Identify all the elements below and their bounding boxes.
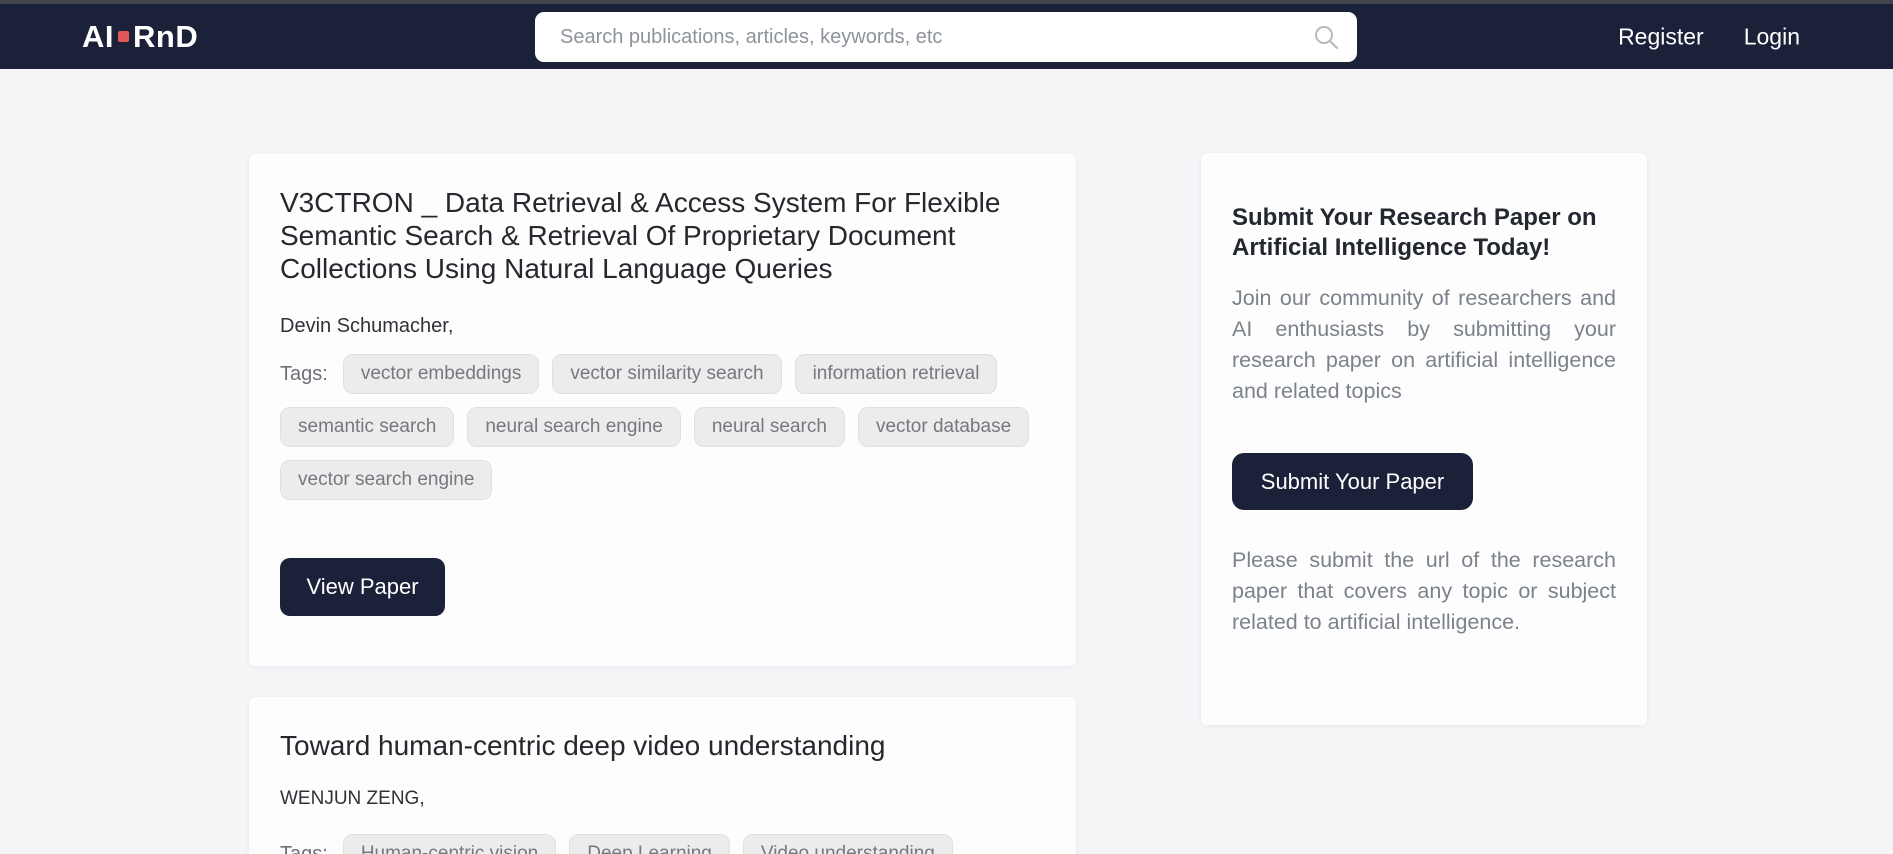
- tag-pill[interactable]: Human-centric vision: [342, 834, 557, 854]
- tag-pill[interactable]: vector embeddings: [342, 354, 540, 394]
- tag-pill[interactable]: vector search engine: [280, 460, 493, 500]
- paper-tags: Tags: Human-centric vision Deep Learning V…: [280, 834, 1045, 854]
- submit-paper-panel: Submit Your Research Paper on Artificial…: [1201, 153, 1647, 725]
- logo-red-square-icon: [118, 30, 129, 42]
- navbar: AI RnD Register Login: [0, 4, 1893, 69]
- tag-pill[interactable]: semantic search: [280, 407, 455, 447]
- tag-pill[interactable]: Deep Learning: [569, 834, 730, 854]
- app-logo[interactable]: AI RnD: [82, 19, 198, 55]
- paper-title: V3CTRON _ Data Retrieval & Access System…: [280, 187, 1001, 284]
- tag-pill[interactable]: vector similarity search: [552, 354, 782, 394]
- paper-author: WENJUN ZENG,: [280, 788, 425, 809]
- register-link[interactable]: Register: [1618, 23, 1704, 50]
- logo-text-rnd: RnD: [133, 18, 199, 54]
- tag-pill[interactable]: information retrieval: [794, 354, 998, 394]
- tag-pill[interactable]: vector database: [857, 407, 1030, 447]
- submit-your-paper-button[interactable]: Submit Your Paper: [1232, 453, 1473, 510]
- login-link[interactable]: Login: [1744, 23, 1800, 50]
- paper-author: Devin Schumacher,: [280, 315, 454, 337]
- tag-pill[interactable]: Video understanding: [742, 834, 953, 854]
- logo-text-ai: AI: [82, 18, 114, 54]
- paper-tags: Tags: vector embeddings vector similarity…: [280, 354, 1045, 500]
- search-bar: [535, 12, 1357, 62]
- tags-label: Tags:: [280, 842, 328, 854]
- search-input[interactable]: [535, 12, 1357, 62]
- submit-panel-heading: Submit Your Research Paper on Artificial…: [1232, 204, 1597, 261]
- tag-pill[interactable]: neural search: [693, 407, 845, 447]
- paper-card: Toward human-centric deep video understa…: [249, 697, 1076, 854]
- view-paper-button[interactable]: View Paper: [280, 558, 445, 616]
- tag-pill[interactable]: neural search engine: [467, 407, 681, 447]
- nav-links: Register Login: [1618, 23, 1800, 50]
- submit-panel-intro: Join our community of researchers and AI…: [1232, 286, 1616, 403]
- paper-card: V3CTRON _ Data Retrieval & Access System…: [249, 154, 1076, 666]
- tags-label: Tags:: [280, 362, 328, 385]
- search-icon[interactable]: [1313, 24, 1339, 50]
- submit-panel-note: Please submit the url of the research pa…: [1232, 548, 1616, 634]
- paper-title: Toward human-centric deep video understa…: [280, 730, 886, 761]
